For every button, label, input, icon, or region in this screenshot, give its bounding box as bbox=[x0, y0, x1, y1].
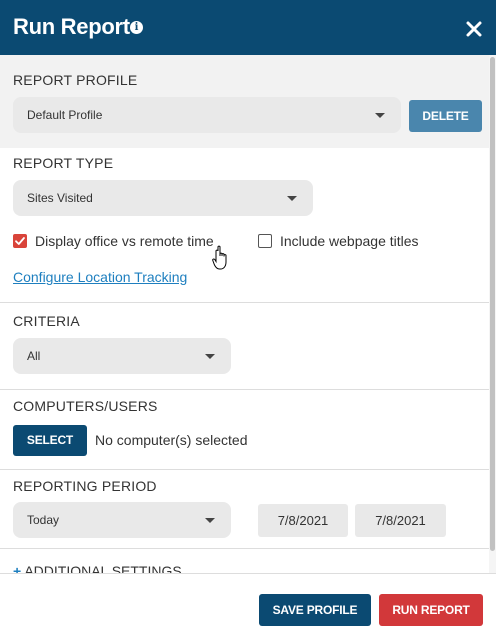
chevron-down-icon bbox=[205, 518, 215, 523]
dialog-title: Run Report bbox=[13, 14, 130, 39]
office-remote-checkbox[interactable] bbox=[13, 234, 27, 248]
divider bbox=[0, 389, 490, 390]
criteria-value: All bbox=[27, 349, 41, 363]
webpage-titles-checkbox[interactable] bbox=[258, 234, 272, 248]
checkmark-icon bbox=[15, 237, 25, 245]
start-date-input[interactable]: 7/8/2021 bbox=[258, 504, 348, 537]
report-type-label: REPORT TYPE bbox=[13, 155, 114, 171]
report-type-value: Sites Visited bbox=[27, 191, 93, 205]
chevron-down-icon bbox=[205, 354, 215, 359]
reporting-period-select[interactable]: Today bbox=[13, 502, 231, 538]
criteria-label: CRITERIA bbox=[13, 313, 80, 329]
office-remote-label[interactable]: Display office vs remote time bbox=[35, 233, 214, 249]
divider bbox=[0, 469, 490, 470]
hand-cursor-icon bbox=[212, 245, 227, 270]
run-report-button[interactable]: RUN REPORT bbox=[379, 594, 483, 626]
dialog-header: Run Report i bbox=[0, 0, 496, 55]
scrollbar[interactable] bbox=[489, 55, 496, 573]
additional-settings-toggle[interactable]: + ADDITIONAL SETTINGS bbox=[13, 563, 182, 573]
additional-settings-label: ADDITIONAL SETTINGS bbox=[24, 563, 182, 573]
computers-selection-status: No computer(s) selected bbox=[95, 432, 248, 448]
report-profile-select[interactable]: Default Profile bbox=[13, 97, 401, 133]
report-type-select[interactable]: Sites Visited bbox=[13, 180, 313, 216]
chevron-down-icon bbox=[375, 113, 385, 118]
save-profile-button[interactable]: SAVE PROFILE bbox=[259, 594, 371, 626]
webpage-titles-label[interactable]: Include webpage titles bbox=[280, 233, 419, 249]
plus-icon: + bbox=[13, 563, 22, 573]
dialog-body: REPORT PROFILE Default Profile DELETE RE… bbox=[0, 55, 496, 573]
chevron-down-icon bbox=[287, 196, 297, 201]
select-computers-button[interactable]: SELECT bbox=[13, 425, 87, 456]
report-profile-section: REPORT PROFILE Default Profile DELETE bbox=[0, 55, 490, 148]
report-profile-value: Default Profile bbox=[27, 108, 103, 122]
report-profile-label: REPORT PROFILE bbox=[13, 72, 138, 88]
delete-profile-button[interactable]: DELETE bbox=[409, 100, 482, 132]
reporting-period-value: Today bbox=[27, 513, 60, 527]
close-icon[interactable] bbox=[465, 20, 483, 38]
info-icon[interactable]: i bbox=[130, 21, 143, 34]
configure-location-tracking-link[interactable]: Configure Location Tracking bbox=[13, 269, 187, 285]
computers-users-label: COMPUTERS/USERS bbox=[13, 398, 158, 414]
end-date-input[interactable]: 7/8/2021 bbox=[355, 504, 446, 537]
reporting-period-label: REPORTING PERIOD bbox=[13, 478, 157, 494]
criteria-select[interactable]: All bbox=[13, 338, 231, 374]
scrollbar-thumb[interactable] bbox=[490, 57, 495, 551]
dialog-footer: SAVE PROFILE RUN REPORT bbox=[0, 573, 496, 641]
divider bbox=[0, 548, 490, 549]
divider bbox=[0, 302, 490, 303]
